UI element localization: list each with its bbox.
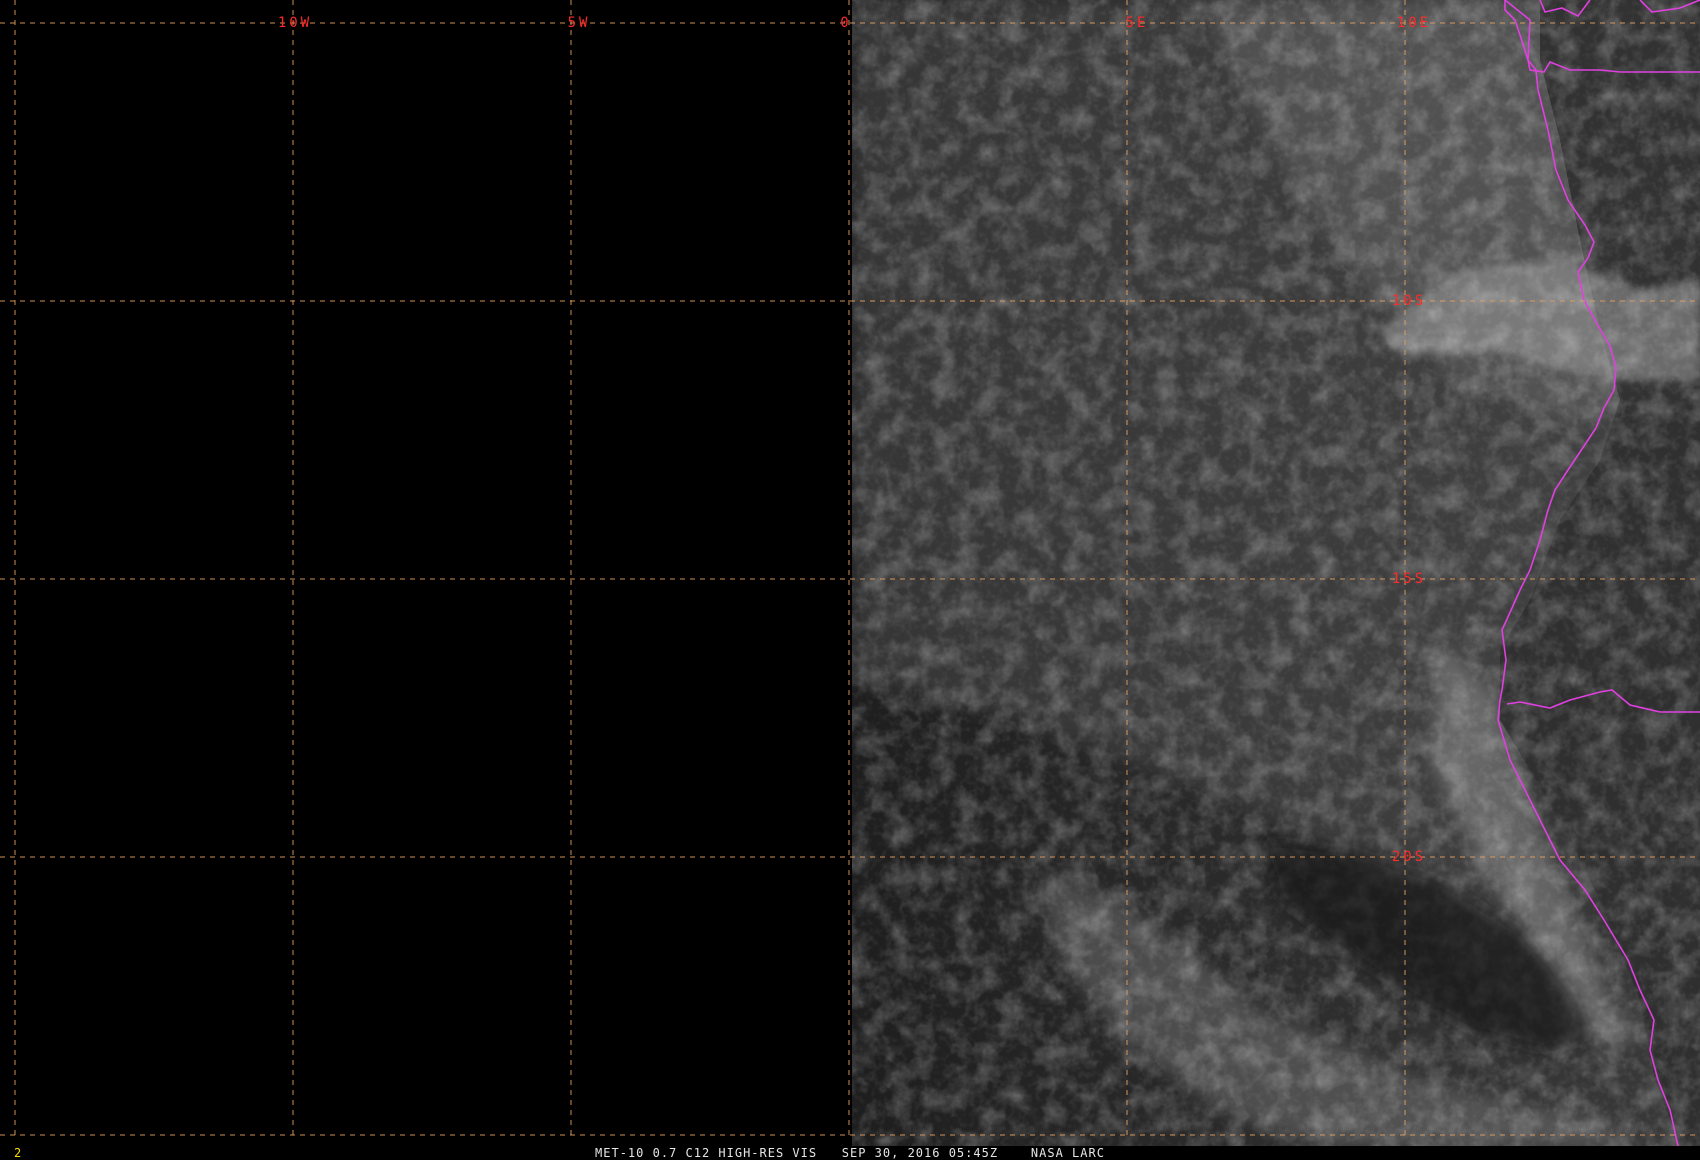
imaged-region	[852, 0, 1700, 1146]
satellite-image: 10W 5W 0 5E 10E 10S 15S 20S	[0, 0, 1700, 1146]
lon-label-0: 0	[840, 15, 851, 31]
lon-label-5e: 5E	[1126, 15, 1149, 31]
image-caption: MET-10 0.7 C12 HIGH-RES VIS SEP 30, 2016…	[595, 1146, 1105, 1160]
lon-label-5w: 5W	[568, 15, 591, 31]
satellite-image-viewer[interactable]: 10W 5W 0 5E 10E 10S 15S 20S 2 MET-10 0.7…	[0, 0, 1700, 1160]
lat-label-20s: 20S	[1392, 849, 1426, 865]
lat-label-15s: 15S	[1392, 571, 1426, 587]
lon-label-10w: 10W	[278, 15, 312, 31]
lon-label-10e: 10E	[1397, 15, 1431, 31]
lat-label-10s: 10S	[1392, 293, 1426, 309]
